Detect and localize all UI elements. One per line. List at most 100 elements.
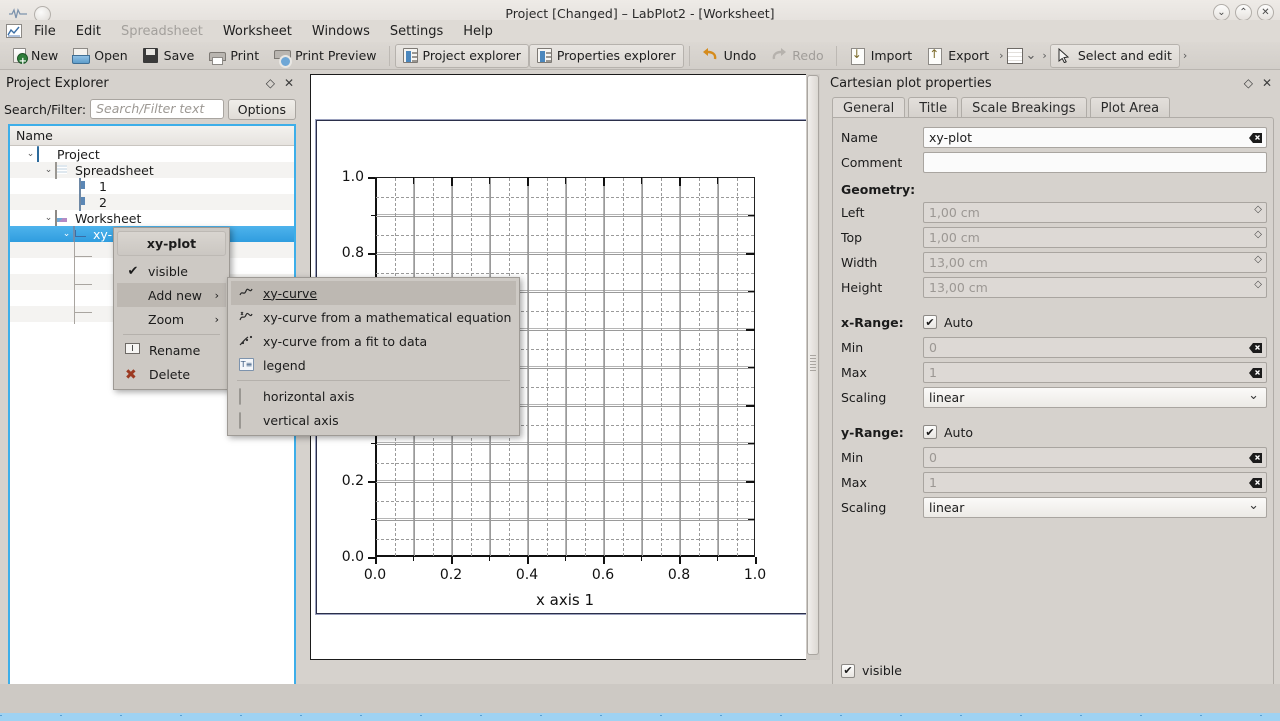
print-button[interactable]: Print <box>201 44 266 68</box>
clear-icon[interactable] <box>1249 366 1263 380</box>
visible-checkbox[interactable]: ✔ <box>841 664 855 678</box>
tree-item-column-1[interactable]: 1 <box>10 178 294 194</box>
rename-icon: I <box>125 343 142 358</box>
top-field[interactable]: 1,00 cm ◇ <box>923 227 1267 248</box>
menu-windows[interactable]: Windows <box>302 22 380 41</box>
clear-icon[interactable] <box>1249 451 1263 465</box>
menu-help[interactable]: Help <box>453 22 503 41</box>
left-field[interactable]: 1,00 cm ◇ <box>923 202 1267 223</box>
y-scaling-value: linear <box>929 500 964 515</box>
y-range-auto-checkbox[interactable]: ✔ <box>923 425 937 439</box>
clear-icon[interactable] <box>1249 476 1263 490</box>
tree-item-spreadsheet[interactable]: ⌄ Spreadsheet <box>10 162 294 178</box>
search-filter-row: Search/Filter: Search/Filter text Option… <box>4 98 296 120</box>
expander-icon[interactable]: ⌄ <box>60 229 73 239</box>
submenu-item-label: xy-curve from a mathematical equation <box>263 310 511 325</box>
toolbar-chevron-2[interactable]: › <box>1039 49 1049 62</box>
worksheet-icon <box>55 211 71 225</box>
tree-item-project[interactable]: ⌄ Project <box>10 146 294 162</box>
spinner-icon[interactable]: ◇ <box>1254 282 1262 288</box>
toolbar-separator-3 <box>836 46 837 66</box>
grid-dropdown-chevron[interactable]: ⌄ <box>1023 48 1040 63</box>
width-field[interactable]: 13,00 cm ◇ <box>923 252 1267 273</box>
project-explorer-button[interactable]: Project explorer <box>395 44 529 68</box>
window-controls: ⌄ ⌃ ✕ <box>1213 4 1274 21</box>
x-min-value: 0 <box>929 340 937 355</box>
x-scaling-select[interactable]: linear <box>923 387 1267 408</box>
context-item-visible[interactable]: ✔ visible <box>117 259 226 283</box>
y-max-field[interactable]: 1 <box>923 472 1267 493</box>
menu-worksheet[interactable]: Worksheet <box>213 22 302 41</box>
menu-settings[interactable]: Settings <box>380 22 453 41</box>
worksheet-grid-icon[interactable] <box>1007 48 1023 64</box>
submenu-item-horizontal-axis[interactable]: horizontal axis <box>231 384 516 408</box>
x-max-value: 1 <box>929 365 937 380</box>
worksheet-vscrollbar[interactable] <box>806 74 820 660</box>
maximize-button[interactable]: ⌃ <box>1235 4 1252 21</box>
submenu-item-xy-curve-equation[interactable]: xy-curve from a mathematical equation <box>231 305 516 329</box>
menu-edit[interactable]: Edit <box>66 22 111 41</box>
height-field[interactable]: 13,00 cm ◇ <box>923 277 1267 298</box>
close-icon[interactable]: ✕ <box>1262 76 1272 90</box>
y-scaling-select[interactable]: linear <box>923 497 1267 518</box>
undo-button[interactable]: Undo <box>695 44 764 68</box>
main-toolbar: New Open Save Print Print Preview Projec… <box>0 42 1280 70</box>
expander-icon[interactable]: ⌄ <box>42 165 55 175</box>
y-min-field[interactable]: 0 <box>923 447 1267 468</box>
save-button[interactable]: Save <box>135 44 202 68</box>
x-min-field[interactable]: 0 <box>923 337 1267 358</box>
new-button[interactable]: New <box>4 44 65 68</box>
print-preview-button[interactable]: Print Preview <box>266 44 383 68</box>
clear-icon[interactable] <box>1249 341 1263 355</box>
context-item-add-new[interactable]: Add new › <box>117 283 226 307</box>
x-axis-tick-label: 0.2 <box>440 567 462 583</box>
float-icon[interactable]: ◇ <box>266 76 275 90</box>
project-explorer-label: Project explorer <box>423 48 521 63</box>
properties-general-panel: Name xy-plot Comment Geometry: <box>832 117 1274 709</box>
submenu-item-legend[interactable]: T≡ legend <box>231 353 516 377</box>
undo-arrow-icon <box>702 47 719 64</box>
minimize-button[interactable]: ⌄ <box>1213 4 1230 21</box>
expander-icon[interactable]: ⌄ <box>42 213 55 223</box>
properties-title: Cartesian plot properties <box>830 76 992 91</box>
menu-file[interactable]: File <box>24 22 66 41</box>
comment-field[interactable] <box>923 152 1267 173</box>
check-icon: ✔ <box>125 264 141 279</box>
float-icon[interactable]: ◇ <box>1244 76 1253 90</box>
options-button[interactable]: Options <box>228 99 296 120</box>
import-button[interactable]: Import <box>842 44 920 68</box>
tree-item-worksheet[interactable]: ⌄ Worksheet <box>10 210 294 226</box>
spinner-icon[interactable]: ◇ <box>1254 257 1262 263</box>
spinner-icon[interactable]: ◇ <box>1254 232 1262 238</box>
select-and-edit-button[interactable]: Select and edit <box>1050 44 1180 68</box>
add-new-submenu[interactable]: xy-curve xy-curve from a mathematical eq… <box>227 277 520 436</box>
submenu-item-label: xy-curve from a fit to data <box>263 334 427 349</box>
y-scaling-row: Scaling linear <box>841 495 1267 520</box>
submenu-item-xy-curve[interactable]: xy-curve <box>231 281 516 305</box>
toolbar-chevron-1[interactable]: › <box>996 49 1006 62</box>
y-axis-major-tick <box>368 481 375 483</box>
tree-item-column-2[interactable]: 2 <box>10 194 294 210</box>
left-label: Left <box>841 205 923 220</box>
submenu-item-xy-curve-fit[interactable]: xy-curve from a fit to data <box>231 329 516 353</box>
search-input[interactable]: Search/Filter text <box>90 99 224 119</box>
name-field[interactable]: xy-plot <box>923 127 1267 148</box>
submenu-item-vertical-axis[interactable]: vertical axis <box>231 408 516 432</box>
properties-explorer-button[interactable]: Properties explorer <box>529 44 684 68</box>
close-button[interactable]: ✕ <box>1257 4 1274 21</box>
expander-icon[interactable]: ⌄ <box>24 149 37 159</box>
close-icon[interactable]: ✕ <box>284 76 294 90</box>
spinner-icon[interactable]: ◇ <box>1254 207 1262 213</box>
context-item-rename[interactable]: I Rename <box>117 338 226 362</box>
x-max-field[interactable]: 1 <box>923 362 1267 383</box>
toolbar-chevron-3[interactable]: › <box>1180 49 1190 62</box>
context-item-delete[interactable]: ✖ Delete <box>117 362 226 386</box>
clear-icon[interactable] <box>1249 131 1263 145</box>
xy-plot-context-menu[interactable]: xy-plot ✔ visible Add new › Zoom › I Ren… <box>113 227 230 390</box>
x-axis-title: x axis 1 <box>536 591 594 609</box>
x-range-auto-checkbox[interactable]: ✔ <box>923 315 937 329</box>
context-item-zoom[interactable]: Zoom › <box>117 307 226 331</box>
open-button[interactable]: Open <box>65 44 134 68</box>
import-icon <box>849 47 866 64</box>
export-button[interactable]: Export <box>919 44 996 68</box>
